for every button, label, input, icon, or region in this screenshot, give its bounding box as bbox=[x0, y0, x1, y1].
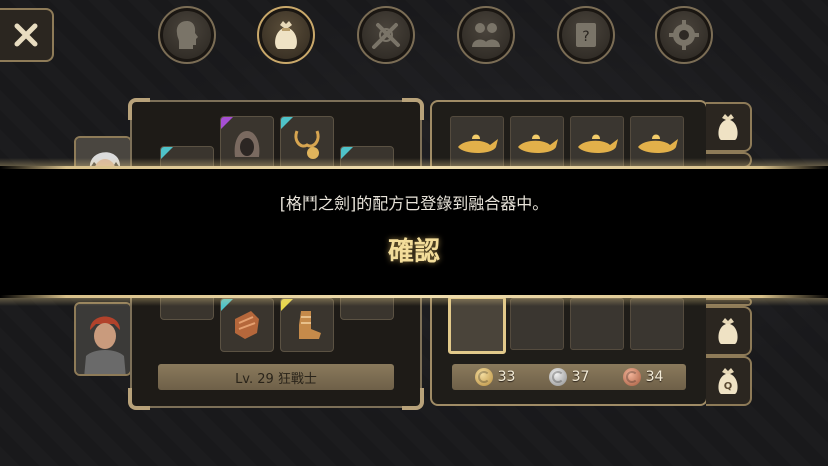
crossed-swords-icon bbox=[372, 23, 400, 49]
golden-lamp-icon bbox=[458, 134, 498, 153]
gear-icon bbox=[669, 20, 699, 50]
gold-coin-counter: 33 bbox=[474, 368, 516, 386]
boots-icon bbox=[299, 311, 321, 339]
red-hair-warrior-avatar bbox=[76, 304, 130, 374]
dialog-glow bbox=[0, 298, 828, 306]
confirm-button[interactable]: 確認 bbox=[364, 232, 464, 272]
head-profile-icon bbox=[176, 21, 198, 49]
silver-coin-icon bbox=[548, 368, 567, 386]
bronze-coin-counter: 34 bbox=[622, 368, 664, 386]
dialog-border-top bbox=[0, 166, 828, 169]
party-members-icon bbox=[472, 23, 500, 47]
hood-armor-icon bbox=[234, 131, 260, 157]
tab-quest[interactable]: ? bbox=[557, 6, 615, 64]
rarity-badge bbox=[221, 117, 233, 129]
silver-coin-counter: 37 bbox=[548, 368, 590, 386]
money-bag-icon bbox=[275, 21, 297, 49]
necklace-icon bbox=[294, 130, 320, 159]
silver-coin-amount: 37 bbox=[571, 369, 590, 385]
tab-character[interactable] bbox=[158, 6, 216, 64]
tab-settings[interactable] bbox=[655, 6, 713, 64]
dialog-glow bbox=[0, 158, 828, 166]
golden-lamp-icon bbox=[578, 134, 618, 153]
panel-corner bbox=[402, 98, 424, 120]
gold-coin-amount: 33 bbox=[497, 369, 516, 385]
rarity-badge bbox=[281, 117, 293, 129]
money-bag-icon bbox=[718, 114, 738, 140]
tab-inventory[interactable] bbox=[257, 6, 315, 64]
bronze-coin-amount: 34 bbox=[645, 369, 664, 385]
money-bag-icon bbox=[718, 318, 738, 344]
character-level-label: Lv. 29 狂戰士 bbox=[158, 364, 394, 390]
tab-party[interactable] bbox=[457, 6, 515, 64]
notification-dialog: [格鬥之劍]的配方已登錄到融合器中。 確認 bbox=[0, 158, 828, 306]
svg-text:?: ? bbox=[582, 29, 589, 45]
tab-combat[interactable] bbox=[357, 6, 415, 64]
gauntlet-icon bbox=[235, 311, 259, 339]
equip-slot-boots[interactable] bbox=[280, 298, 334, 352]
currency-bar: 33 37 34 bbox=[452, 364, 686, 390]
side-tab-bag-1[interactable] bbox=[706, 102, 752, 152]
golden-lamp-icon bbox=[518, 134, 558, 153]
side-tab-bag-4[interactable] bbox=[706, 306, 752, 356]
side-tab-quest-bag[interactable]: Q bbox=[706, 356, 752, 406]
panel-corner bbox=[402, 388, 424, 410]
gold-coin-icon bbox=[474, 368, 493, 386]
equip-slot-gloves[interactable] bbox=[220, 298, 274, 352]
bronze-coin-icon bbox=[622, 368, 641, 386]
close-button[interactable] bbox=[0, 8, 54, 62]
golden-lamp-icon bbox=[638, 134, 678, 153]
panel-corner bbox=[128, 388, 150, 410]
quest-bag-icon: Q bbox=[718, 368, 738, 394]
close-icon bbox=[14, 23, 38, 47]
dialog-message: [格鬥之劍]的配方已登錄到融合器中。 bbox=[279, 194, 549, 213]
panel-corner bbox=[128, 98, 150, 120]
svg-text:Q: Q bbox=[724, 381, 733, 392]
party-portrait-2[interactable] bbox=[74, 302, 132, 376]
quest-scroll-icon: ? bbox=[576, 23, 596, 47]
